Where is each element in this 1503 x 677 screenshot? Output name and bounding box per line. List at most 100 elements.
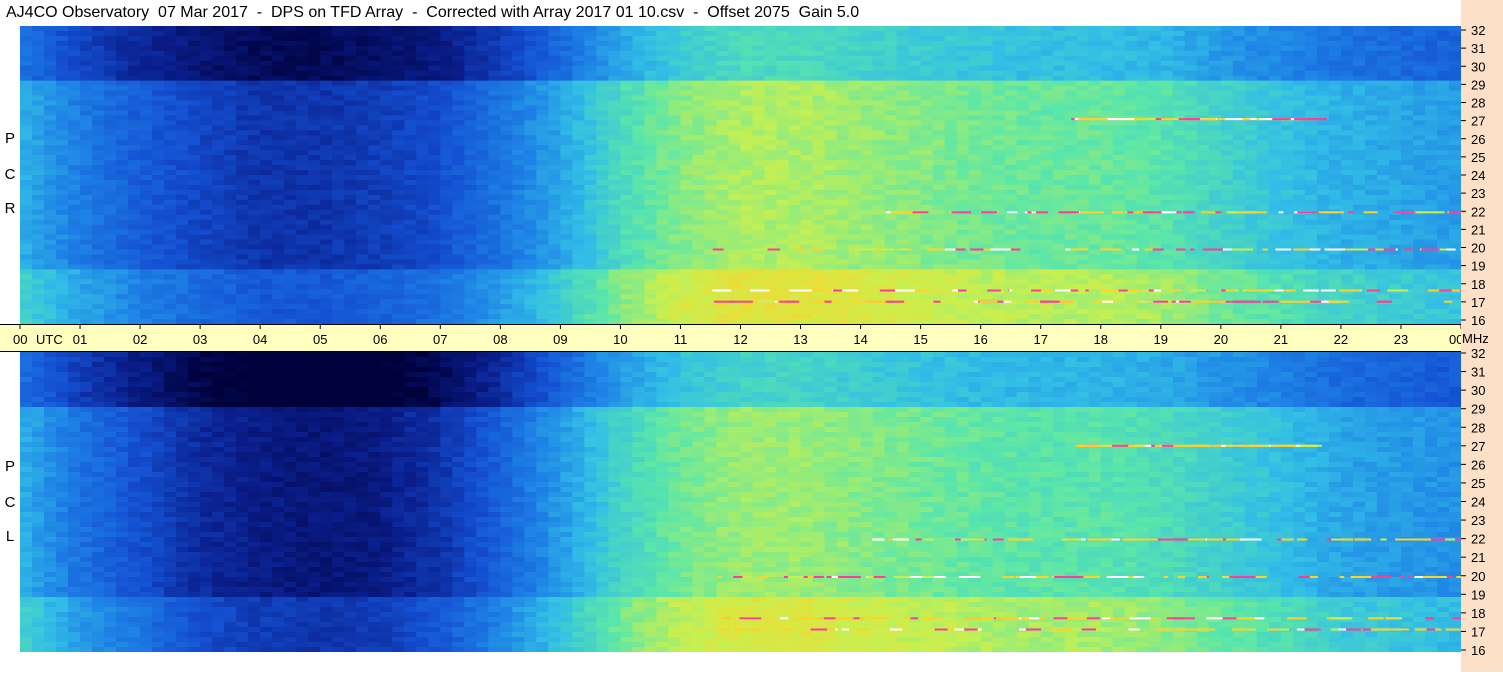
rcp-cell bbox=[1172, 70, 1186, 77]
rcp-cell bbox=[644, 50, 658, 57]
rcp-cell bbox=[128, 155, 141, 161]
rcp-cell bbox=[416, 40, 429, 47]
rcp-cell bbox=[1040, 179, 1054, 186]
rcp-cell bbox=[740, 115, 754, 121]
rcp-cell bbox=[680, 155, 694, 161]
rcp-cell bbox=[284, 199, 297, 206]
rcp-cell bbox=[584, 224, 597, 231]
rcp-cell bbox=[980, 70, 994, 77]
rcp-cell bbox=[692, 120, 706, 126]
rcp-cell bbox=[824, 150, 838, 156]
rcp-cell bbox=[368, 60, 381, 67]
rcp-cell bbox=[1148, 95, 1162, 102]
rcp-cell bbox=[812, 179, 826, 186]
rcp-cell bbox=[20, 130, 33, 136]
rcp-cell bbox=[416, 219, 429, 226]
rcp-cell bbox=[476, 209, 489, 216]
rcp-cell bbox=[788, 120, 802, 126]
rcp-cell bbox=[560, 184, 573, 191]
rcp-cell bbox=[896, 80, 910, 87]
rcp-cell bbox=[284, 50, 297, 57]
rcp-cell bbox=[1244, 214, 1258, 221]
rcp-cell bbox=[620, 179, 634, 186]
rcp-cell bbox=[332, 175, 345, 181]
rcp-cell bbox=[152, 170, 165, 176]
rcp-cell bbox=[872, 45, 886, 52]
rcp-cell bbox=[776, 120, 790, 126]
rcp-cell bbox=[1256, 80, 1270, 87]
rcp-cell bbox=[176, 85, 189, 92]
rcp-cell bbox=[836, 120, 850, 126]
rcp-cell bbox=[812, 120, 826, 126]
rcp-cell bbox=[272, 194, 285, 201]
rcp-cell bbox=[1400, 160, 1414, 166]
rcp-cell bbox=[668, 214, 682, 221]
lcp-letter-l: P bbox=[4, 458, 15, 475]
rcp-cell bbox=[1340, 35, 1354, 42]
rcp-cell bbox=[1280, 160, 1294, 166]
rcp-cell bbox=[1376, 160, 1390, 166]
rcp-cell bbox=[368, 135, 381, 141]
rcp-cell bbox=[1160, 35, 1174, 42]
rcp-cell bbox=[440, 135, 453, 141]
rcp-cell bbox=[944, 150, 958, 156]
rcp-cell bbox=[608, 219, 622, 226]
rcp-cell bbox=[1076, 105, 1090, 112]
rcp-cell bbox=[824, 75, 838, 82]
rcp-cell bbox=[788, 170, 802, 176]
rcp-cell bbox=[1352, 140, 1366, 146]
rcp-cell bbox=[1352, 170, 1366, 176]
rcp-cell bbox=[308, 145, 321, 151]
rcp-cell bbox=[1124, 135, 1138, 141]
rcp-cell bbox=[236, 184, 249, 191]
rcp-cell bbox=[32, 75, 45, 82]
rcp-cell bbox=[1340, 70, 1354, 77]
rcp-cell bbox=[1124, 110, 1138, 116]
rcp-cell bbox=[1376, 50, 1390, 57]
rcp-cell bbox=[20, 90, 33, 97]
rcp-cell bbox=[716, 150, 730, 156]
rcp-cell bbox=[1208, 70, 1222, 77]
rcp-cell bbox=[776, 140, 790, 146]
rcp-cell bbox=[1004, 219, 1018, 226]
rcp-cell bbox=[284, 115, 297, 121]
rcp-cell bbox=[656, 50, 670, 57]
rcp-cell bbox=[776, 204, 790, 211]
rcp-cell bbox=[644, 95, 658, 102]
rcp-cell bbox=[1148, 40, 1162, 47]
rcp-cell bbox=[392, 95, 405, 102]
rcp-cell bbox=[164, 184, 177, 191]
rcp-cell bbox=[1220, 50, 1234, 57]
rcp-cell bbox=[380, 95, 393, 102]
rcp-cell bbox=[488, 224, 501, 231]
rcp-cell bbox=[128, 209, 141, 216]
rcp-cell bbox=[1304, 219, 1318, 226]
rcp-cell bbox=[728, 170, 742, 176]
rcp-cell bbox=[560, 65, 573, 72]
rcp-cell bbox=[1220, 150, 1234, 156]
rcp-cell bbox=[1028, 160, 1042, 166]
rcp-cell bbox=[548, 75, 561, 82]
rcp-cell bbox=[56, 95, 69, 102]
rcp-cell bbox=[872, 204, 886, 211]
rcp-cell bbox=[248, 45, 261, 52]
rcp-cell bbox=[68, 90, 81, 97]
rcp-cell bbox=[1328, 65, 1342, 72]
rcp-spectrogram bbox=[20, 26, 1461, 324]
rcp-cell bbox=[1208, 160, 1222, 166]
rcp-cell bbox=[1148, 100, 1162, 107]
rcp-cell bbox=[704, 130, 718, 136]
rcp-cell bbox=[920, 214, 934, 221]
rcp-cell bbox=[320, 26, 333, 32]
rcp-cell bbox=[1244, 135, 1258, 141]
rcp-cell bbox=[224, 135, 237, 141]
rcp-cell bbox=[620, 165, 634, 171]
rcp-cell bbox=[1328, 140, 1342, 146]
rcp-cell bbox=[500, 120, 513, 126]
rcp-cell bbox=[1412, 50, 1426, 57]
rcp-cell bbox=[464, 95, 477, 102]
rcp-cell bbox=[944, 214, 958, 221]
rcp-cell bbox=[1208, 150, 1222, 156]
rcp-cell bbox=[872, 70, 886, 77]
rcp-cell bbox=[416, 35, 429, 42]
